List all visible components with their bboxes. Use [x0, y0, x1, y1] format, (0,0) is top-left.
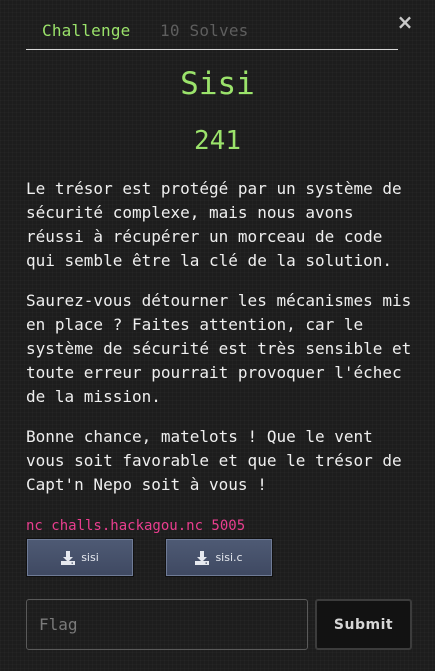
description-paragraph: Le trésor est protégé par un système de … — [26, 179, 402, 270]
download-icon — [195, 550, 210, 565]
challenge-modal: Challenge 10 Solves × Sisi 241 Le trésor… — [0, 0, 435, 671]
submit-button[interactable]: Submit — [315, 599, 412, 650]
tab-bar: Challenge 10 Solves — [26, 14, 398, 50]
close-icon: × — [396, 10, 414, 34]
connection-info[interactable]: nc challs.hackagou.nc 5005 — [26, 517, 245, 535]
tab-challenge[interactable]: Challenge — [42, 21, 131, 41]
close-button[interactable]: × — [394, 11, 416, 33]
download-file-button-sisi[interactable]: sisi — [27, 539, 133, 576]
description-paragraph: Saurez-vous détourner les mécanismes mis… — [26, 291, 412, 406]
file-name: sisi — [81, 551, 99, 564]
download-file-button-sisi-c[interactable]: sisi.c — [166, 539, 272, 576]
flag-input[interactable] — [26, 599, 308, 650]
description-paragraph: Bonne chance, matelots ! Que le vent vou… — [26, 427, 402, 494]
file-name: sisi.c — [215, 551, 243, 564]
challenge-description: Le trésor est protégé par un système de … — [26, 177, 418, 513]
tab-solves[interactable]: 10 Solves — [160, 21, 249, 41]
challenge-title: Sisi — [180, 66, 255, 102]
download-icon — [61, 550, 76, 565]
challenge-points: 241 — [194, 126, 241, 156]
